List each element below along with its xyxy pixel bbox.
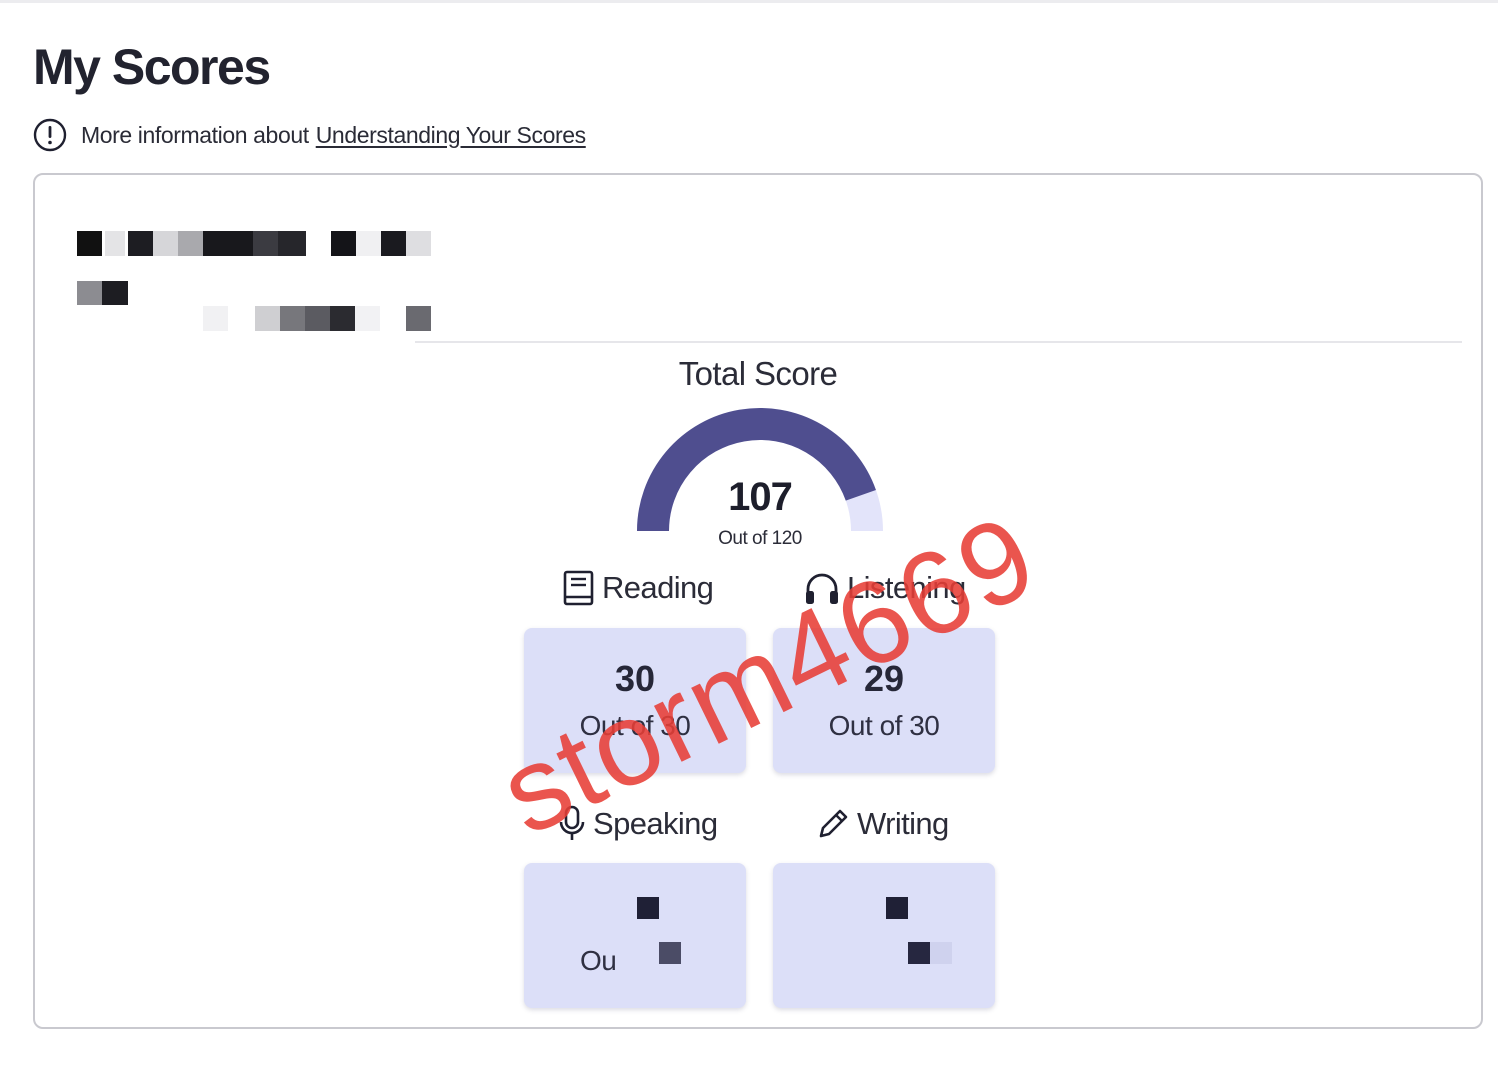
top-border <box>0 0 1498 3</box>
pencil-icon <box>819 809 848 838</box>
divider <box>415 341 1462 343</box>
reading-score-out-of: Out of 30 <box>579 710 691 741</box>
reading-score-value: 30 <box>614 658 656 699</box>
redacted-pixel <box>930 942 952 964</box>
listening-label: Listening <box>847 570 966 605</box>
listening-score-value: 29 <box>863 658 905 699</box>
exclamation-circle-icon <box>33 118 67 152</box>
info-text: More information about <box>81 121 309 148</box>
book-icon <box>563 570 594 606</box>
redacted-pixel <box>637 897 659 919</box>
writing-score-tile <box>773 863 995 1008</box>
speaking-heading: Speaking <box>557 804 718 844</box>
reading-label: Reading <box>602 570 714 605</box>
headphones-icon <box>806 573 838 604</box>
listening-heading: Listening <box>803 568 966 608</box>
reading-score-tile: 30 Out of 30 <box>524 628 746 773</box>
total-score-value: 107 <box>728 475 793 519</box>
speaking-score-tile: Ou <box>524 863 746 1008</box>
understanding-scores-link[interactable]: Understanding Your Scores <box>316 122 586 149</box>
redacted-pixel <box>886 897 908 919</box>
redacted-candidate-info <box>73 229 473 349</box>
page-title: My Scores <box>33 39 271 95</box>
score-report-card: Total Score 107 Out of 120 Reading 30 Ou… <box>33 173 1483 1029</box>
listening-score-out-of: Out of 30 <box>828 710 940 741</box>
redacted-pixel <box>908 942 930 964</box>
reading-heading: Reading <box>562 568 714 608</box>
writing-heading: Writing <box>815 804 949 844</box>
total-score-gauge <box>637 408 883 532</box>
microphone-icon <box>559 805 585 840</box>
info-row: More information about Understanding You… <box>33 117 586 153</box>
listening-score-tile: 29 Out of 30 <box>773 628 995 773</box>
speaking-score-out-of: Ou <box>580 945 617 976</box>
total-score-out-of: Out of 120 <box>718 528 802 549</box>
speaking-label: Speaking <box>593 806 718 841</box>
total-score-label: Total Score <box>678 355 838 392</box>
writing-label: Writing <box>857 806 949 841</box>
redacted-pixel <box>659 942 681 964</box>
